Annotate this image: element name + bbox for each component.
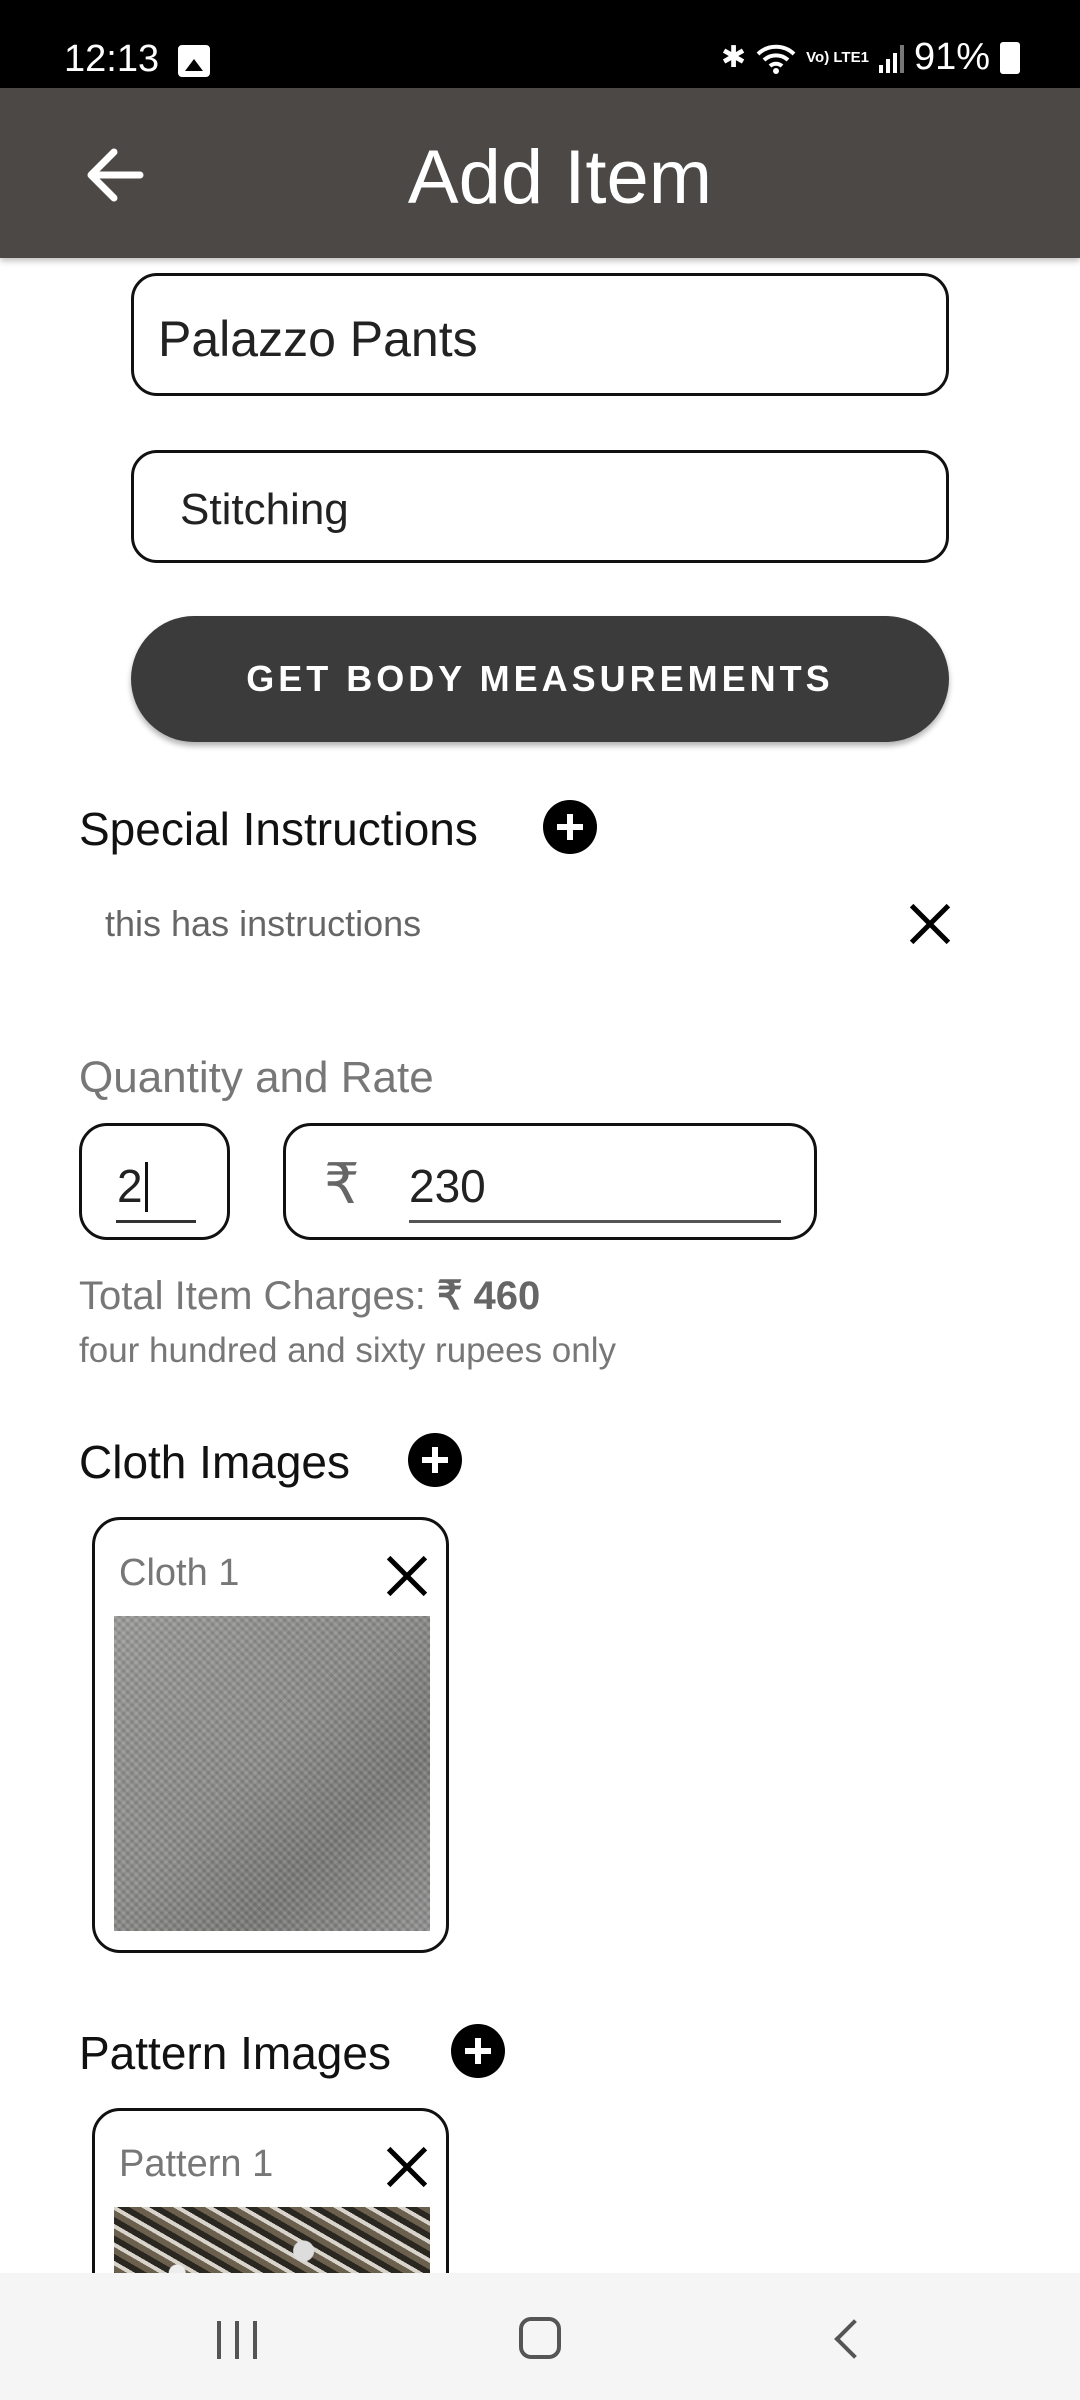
recents-button[interactable]	[217, 2321, 257, 2359]
rate-underline	[409, 1220, 781, 1223]
item-name-value: Palazzo Pants	[158, 311, 478, 367]
remove-instruction-icon[interactable]	[908, 902, 952, 946]
remove-pattern-image-icon[interactable]	[385, 2145, 429, 2189]
cloth-images-title: Cloth Images	[79, 1436, 351, 1488]
battery-icon	[1000, 41, 1020, 74]
network-type: Vo) LTE1	[806, 49, 869, 66]
status-icons: ✱ Vo) LTE1 91%	[721, 36, 1020, 79]
remove-cloth-image-icon[interactable]	[385, 1554, 429, 1598]
quantity-value: 2	[117, 1160, 143, 1212]
cloth-image-card[interactable]: Cloth 1	[92, 1517, 449, 1953]
status-time: 12:13	[64, 38, 160, 80]
total-amount: ₹ 460	[436, 1274, 541, 1318]
special-instructions-title: Special Instructions	[79, 803, 478, 855]
add-cloth-image-icon[interactable]	[408, 1433, 462, 1487]
item-type-field[interactable]: Stitching	[131, 450, 949, 563]
bluetooth-icon: ✱	[721, 41, 747, 74]
rupee-icon: ₹	[324, 1152, 360, 1217]
system-nav-bar	[0, 2273, 1080, 2400]
cloth-image	[114, 1616, 430, 1931]
signal-icon	[878, 43, 904, 73]
image-icon	[178, 45, 210, 77]
home-button[interactable]	[519, 2317, 561, 2359]
total-in-words: four hundred and sixty rupees only	[79, 1331, 616, 1370]
instruction-item: this has instructions	[105, 903, 422, 944]
cloth-image-label: Cloth 1	[119, 1552, 240, 1594]
quantity-underline	[116, 1220, 196, 1223]
back-nav-button[interactable]	[834, 2319, 874, 2359]
rate-value: 230	[409, 1160, 486, 1212]
app-bar: Add Item	[0, 88, 1080, 258]
battery-percent: 91%	[913, 36, 990, 78]
add-pattern-image-icon[interactable]	[451, 2024, 505, 2078]
quantity-rate-heading: Quantity and Rate	[79, 1053, 434, 1102]
total-item-charges: Total Item Charges: ₹ 460	[79, 1273, 540, 1319]
get-body-measurements-button[interactable]: GET BODY MEASUREMENTS	[131, 616, 949, 742]
total-label: Total Item Charges:	[79, 1274, 426, 1318]
wifi-icon	[756, 44, 796, 74]
text-cursor	[145, 1162, 148, 1212]
status-bar: 12:13 ✱ Vo) LTE1 91%	[0, 0, 1080, 88]
page-title: Add Item	[407, 135, 713, 220]
item-name-field[interactable]: Palazzo Pants	[131, 273, 949, 396]
pattern-images-title: Pattern Images	[79, 2027, 391, 2079]
item-type-value: Stitching	[180, 485, 349, 534]
quantity-input[interactable]: 2	[79, 1123, 230, 1240]
rate-input[interactable]: ₹ 230	[283, 1123, 817, 1240]
pattern-image-label: Pattern 1	[119, 2143, 274, 2185]
add-instruction-icon[interactable]	[543, 800, 597, 854]
